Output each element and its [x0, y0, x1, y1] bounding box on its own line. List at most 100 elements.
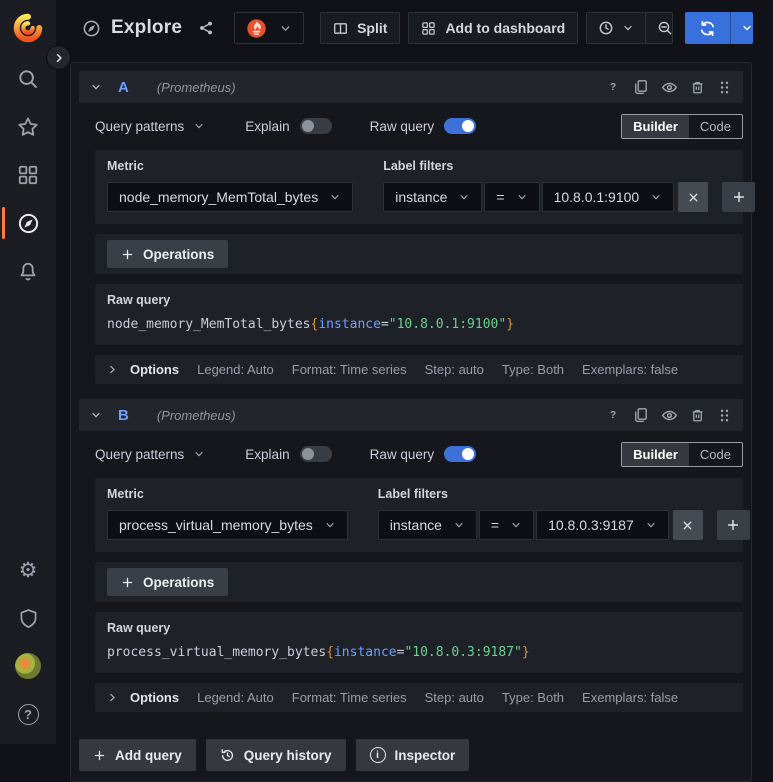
refresh-button[interactable]: [685, 12, 730, 44]
drag-handle-icon[interactable]: [717, 80, 732, 95]
zoom-out-button[interactable]: [646, 13, 672, 43]
disable-query-eye-icon[interactable]: [661, 407, 678, 424]
explain-toggle[interactable]: [299, 446, 332, 462]
raw-close-brace: }: [506, 317, 515, 332]
add-to-dashboard-button[interactable]: Add to dashboard: [408, 12, 579, 44]
query-patterns-label: Query patterns: [95, 446, 185, 462]
disable-query-eye-icon[interactable]: [661, 79, 678, 96]
delete-query-trash-icon[interactable]: [690, 80, 705, 95]
add-operations-button[interactable]: Operations: [107, 240, 229, 268]
raw-query-code: process_virtual_memory_bytes{instance="1…: [107, 645, 530, 660]
time-picker-group: [586, 12, 673, 44]
sidebar-item-configuration[interactable]: ⚙: [0, 546, 56, 594]
sidebar-item-alerting[interactable]: [0, 247, 56, 295]
raw-query-code: node_memory_MemTotal_bytes{instance="10.…: [107, 317, 514, 332]
query-options-row[interactable]: Options Legend: Auto Format: Time series…: [95, 683, 743, 712]
raw-filter-label: instance: [333, 645, 397, 660]
grafana-logo-icon[interactable]: [13, 13, 43, 43]
filter-operator-select[interactable]: =: [484, 182, 540, 212]
query-help-icon[interactable]: ?: [605, 79, 621, 95]
drag-handle-icon[interactable]: [717, 408, 732, 423]
query-row-header[interactable]: B (Prometheus) ?: [79, 399, 743, 431]
chevron-down-icon: [193, 120, 205, 132]
filter-value-text: 10.8.0.3:9187: [548, 517, 634, 533]
query-help-icon[interactable]: ?: [605, 407, 621, 423]
explain-toggle[interactable]: [299, 118, 332, 134]
options-title: Options: [130, 690, 180, 705]
editor-footer: Add query Query history i Inspector: [79, 739, 743, 773]
filter-value-select[interactable]: 10.8.0.1:9100: [541, 182, 675, 212]
star-icon: [17, 116, 39, 138]
sidebar-item-explore[interactable]: [0, 199, 56, 247]
builder-toolbar: Query patterns Explain Raw query Builder…: [95, 112, 743, 140]
options-type: Type: Both: [501, 690, 565, 705]
query-patterns-button[interactable]: Query patterns: [95, 119, 205, 134]
apps-grid-icon: [421, 21, 436, 36]
builder-mode-button[interactable]: Builder: [622, 114, 689, 138]
raw-query-toggle[interactable]: [444, 446, 477, 462]
sidebar-expand-button[interactable]: [46, 45, 71, 70]
metric-select-value: process_virtual_memory_bytes: [119, 517, 313, 533]
sidebar-item-server-admin[interactable]: [0, 594, 56, 642]
duplicate-query-icon[interactable]: [633, 79, 649, 95]
label-filter-compound: instance =: [383, 182, 709, 212]
query-header-actions: ?: [605, 79, 732, 96]
query-header-actions: ?: [605, 407, 732, 424]
explore-toolbar: Explore Split Add to dashboard: [56, 0, 773, 56]
sidebar-item-user-profile[interactable]: [0, 642, 56, 690]
add-filter-button[interactable]: [722, 182, 756, 212]
add-query-label: Add query: [115, 747, 182, 763]
raw-query-title: Raw query: [107, 293, 171, 307]
search-icon: [17, 68, 39, 90]
help-icon: ?: [17, 703, 39, 725]
label-filter-row: instance =: [377, 510, 750, 540]
label-filters-label: Label filters: [383, 159, 454, 173]
filter-value-select[interactable]: 10.8.0.3:9187: [536, 510, 669, 540]
label-filter-row: instance =: [383, 182, 756, 212]
metric-select[interactable]: process_virtual_memory_bytes: [107, 510, 348, 540]
sync-icon: [699, 20, 716, 37]
split-button[interactable]: Split: [320, 12, 401, 44]
filter-label-select[interactable]: instance: [377, 510, 477, 540]
sidebar-item-help[interactable]: ?: [0, 690, 56, 738]
plus-icon: [121, 576, 134, 589]
duplicate-query-icon[interactable]: [633, 407, 649, 423]
query-patterns-button[interactable]: Query patterns: [95, 447, 205, 462]
query-history-label: Query history: [243, 747, 332, 763]
builder-mode-button[interactable]: Builder: [622, 442, 689, 466]
shield-icon: [18, 608, 39, 629]
add-filter-button[interactable]: [716, 510, 750, 540]
metric-label: Metric: [107, 487, 144, 501]
metric-select[interactable]: node_memory_MemTotal_bytes: [107, 182, 354, 212]
code-mode-button[interactable]: Code: [689, 443, 742, 466]
query-ref-id: B: [118, 406, 129, 424]
sidebar-item-dashboards[interactable]: [0, 151, 56, 199]
remove-filter-button[interactable]: [672, 510, 703, 540]
chevron-down-icon: [279, 22, 292, 35]
chevron-down-icon: [516, 191, 528, 203]
clock-icon: [598, 20, 614, 36]
plus-icon: [93, 749, 106, 762]
remove-filter-button[interactable]: [678, 182, 709, 212]
delete-query-trash-icon[interactable]: [690, 408, 705, 423]
filter-label-select[interactable]: instance: [383, 182, 483, 212]
operations-label: Operations: [143, 574, 215, 590]
raw-query-toggle[interactable]: [444, 118, 477, 134]
query-options-row[interactable]: Options Legend: Auto Format: Time series…: [95, 355, 743, 384]
add-operations-button[interactable]: Operations: [107, 568, 229, 596]
code-mode-button[interactable]: Code: [689, 115, 742, 138]
time-picker-button[interactable]: [587, 13, 647, 43]
main-area: Explore Split Add to dashboard A (Promet…: [56, 0, 773, 782]
run-options-chevron[interactable]: [729, 12, 753, 44]
sidebar-item-starred[interactable]: [0, 103, 56, 151]
chevron-down-icon: [329, 191, 341, 203]
filter-operator-select[interactable]: =: [478, 510, 535, 540]
query-row-header[interactable]: A (Prometheus) ?: [79, 71, 743, 103]
raw-query-toggle-field: Raw query: [370, 446, 477, 462]
metric-field: Metric node_memory_MemTotal_bytes: [107, 159, 354, 212]
options-format: Format: Time series: [291, 362, 407, 377]
share-icon[interactable]: [198, 20, 214, 36]
search-minus-icon: [657, 20, 672, 36]
datasource-picker[interactable]: [234, 12, 305, 44]
add-to-dashboard-label: Add to dashboard: [445, 20, 566, 36]
